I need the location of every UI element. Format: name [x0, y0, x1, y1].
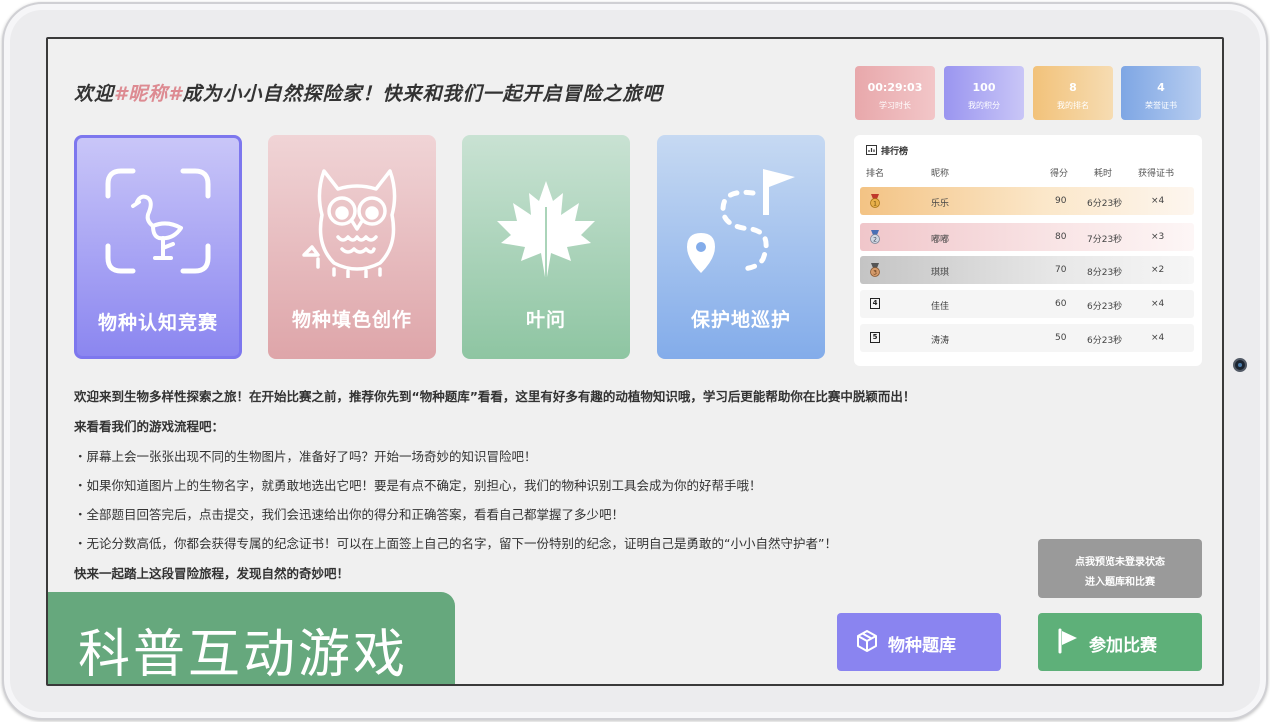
header-score: 得分: [1050, 169, 1069, 179]
table-row: 5 涛涛 50 6分23秒 ×4: [860, 324, 1194, 352]
card-title: 保护地巡护: [690, 309, 791, 331]
row-certs: ×2: [1151, 265, 1165, 275]
stat-value: 4: [1157, 81, 1165, 94]
row-certs: ×4: [1151, 299, 1165, 309]
preview-logged-out-button[interactable]: 点我预览未登录状态 进入题库和比赛: [1038, 539, 1202, 598]
join-contest-button[interactable]: 参加比赛: [1038, 613, 1202, 671]
maple-leaf-icon: [497, 181, 595, 277]
row-time: 6分23秒: [1087, 336, 1123, 346]
row-score: 70: [1055, 265, 1067, 275]
row-score: 80: [1055, 232, 1067, 242]
svg-text:2: 2: [873, 237, 877, 244]
intro-flow-heading: 来看看我们的游戏流程吧：: [74, 419, 225, 434]
nickname-placeholder: #昵称#: [114, 83, 183, 105]
table-row: 1 乐乐 90 6分23秒 ×4: [860, 187, 1194, 215]
welcome-prefix: 欢迎: [74, 83, 115, 105]
stat-label: 我的排名: [1057, 101, 1089, 110]
row-name: 乐乐: [931, 199, 950, 209]
row-time: 6分23秒: [1087, 199, 1123, 209]
row-rank: 5: [870, 332, 880, 343]
row-name: 佳佳: [931, 302, 950, 312]
row-certs: ×3: [1151, 232, 1165, 242]
preview-line-1: 点我预览未登录状态: [1075, 557, 1165, 568]
row-certs: ×4: [1151, 196, 1165, 206]
cube-icon: [857, 630, 877, 652]
row-name: 琪琪: [931, 268, 950, 278]
silver-medal-icon: 2: [870, 230, 880, 244]
welcome-heading: 欢迎#昵称#成为小小自然探险家！快来和我们一起开启冒险之旅吧: [74, 79, 662, 106]
row-certs: ×4: [1151, 333, 1165, 343]
leaderboard-panel: 排行榜 排名 昵称 得分 耗时 获得证书 1 乐乐 90 6分23秒 ×4 2 …: [854, 135, 1202, 366]
svg-text:1: 1: [873, 201, 877, 208]
intro-step: ・全部题目回答完后，点击提交，我们会迅速给出你的得分和正确答案，看看自己都掌握了…: [74, 507, 625, 522]
game-banner: 科普互动游戏: [48, 592, 455, 685]
leaderboard-title-text: 排行榜: [881, 147, 909, 157]
header-nickname: 昵称: [931, 169, 950, 179]
bar-chart-icon: [866, 145, 877, 155]
species-bank-label: 物种题库: [888, 636, 956, 656]
stat-rank: 8 我的排名: [1033, 66, 1113, 120]
table-row: 4 佳佳 60 6分23秒 ×4: [860, 290, 1194, 318]
species-bank-button[interactable]: 物种题库: [837, 613, 1001, 671]
app-screen: 欢迎#昵称#成为小小自然探险家！快来和我们一起开启冒险之旅吧 00:29:03 …: [46, 37, 1224, 686]
flamingo-scan-icon: [105, 168, 211, 274]
banner-title: 科普互动游戏: [78, 625, 409, 685]
stat-label: 荣誉证书: [1145, 101, 1177, 110]
leaderboard-title: 排行榜: [866, 144, 908, 157]
row-score: 50: [1055, 333, 1067, 343]
intro-step: ・屏幕上会一张张出现不同的生物图片，准备好了吗？开始一场奇妙的知识冒险吧！: [74, 449, 537, 464]
card-title: 物种认知竞赛: [97, 312, 218, 334]
card-leaf-quiz[interactable]: 叶问: [462, 135, 630, 359]
join-contest-label: 参加比赛: [1089, 636, 1157, 656]
intro-step: ・如果你知道图片上的生物名字，就勇敢地选出它吧！要是有点不确定，别担心，我们的物…: [74, 478, 762, 493]
stat-points: 100 我的积分: [944, 66, 1024, 120]
row-score: 90: [1055, 196, 1067, 206]
svg-text:3: 3: [873, 270, 877, 277]
flag-icon: [1058, 628, 1077, 654]
card-reserve-patrol[interactable]: 保护地巡护: [657, 135, 825, 359]
card-title: 物种填色创作: [291, 309, 412, 331]
row-score: 60: [1055, 299, 1067, 309]
row-time: 7分23秒: [1087, 235, 1123, 245]
stat-label: 我的积分: [968, 101, 1000, 110]
stat-value: 100: [972, 81, 996, 94]
stat-label: 学习时长: [879, 101, 911, 110]
row-rank: 4: [870, 298, 880, 309]
bronze-medal-icon: 3: [870, 263, 880, 277]
intro-step: ・无论分数高低，你都会获得专属的纪念证书！可以在上面签上自己的名字，留下一份特别…: [74, 536, 837, 551]
row-name: 涛涛: [931, 336, 950, 346]
row-time: 8分23秒: [1087, 268, 1123, 278]
row-time: 6分23秒: [1087, 302, 1123, 312]
row-name: 嘟嘟: [931, 235, 950, 245]
stat-value: 8: [1069, 81, 1077, 94]
header-time: 耗时: [1094, 169, 1113, 179]
gold-medal-icon: 1: [870, 194, 880, 208]
table-row: 2 嘟嘟 80 7分23秒 ×3: [860, 223, 1194, 251]
owl-icon: [302, 169, 397, 278]
route-flag-icon: [687, 169, 795, 273]
header-rank: 排名: [866, 169, 885, 179]
card-species-quiz[interactable]: 物种认知竞赛: [74, 135, 242, 359]
card-title: 叶问: [525, 309, 566, 331]
card-species-coloring[interactable]: 物种填色创作: [268, 135, 436, 359]
stat-certificates: 4 荣誉证书: [1121, 66, 1201, 120]
welcome-suffix: 成为小小自然探险家！快来和我们一起开启冒险之旅吧: [182, 83, 663, 105]
camera-icon: [1233, 358, 1247, 372]
header-certificates: 获得证书: [1138, 169, 1175, 179]
intro-closing: 快来一起踏上这段冒险旅程，发现自然的奇妙吧！: [74, 566, 350, 581]
stat-value: 00:29:03: [867, 81, 923, 94]
stat-study-time: 00:29:03 学习时长: [855, 66, 935, 120]
intro-paragraph: 欢迎来到生物多样性探索之旅！在开始比赛之前，推荐你先到“物种题库”看看，这里有好…: [74, 389, 916, 404]
table-row: 3 琪琪 70 8分23秒 ×2: [860, 256, 1194, 284]
preview-line-2: 进入题库和比赛: [1085, 577, 1155, 588]
